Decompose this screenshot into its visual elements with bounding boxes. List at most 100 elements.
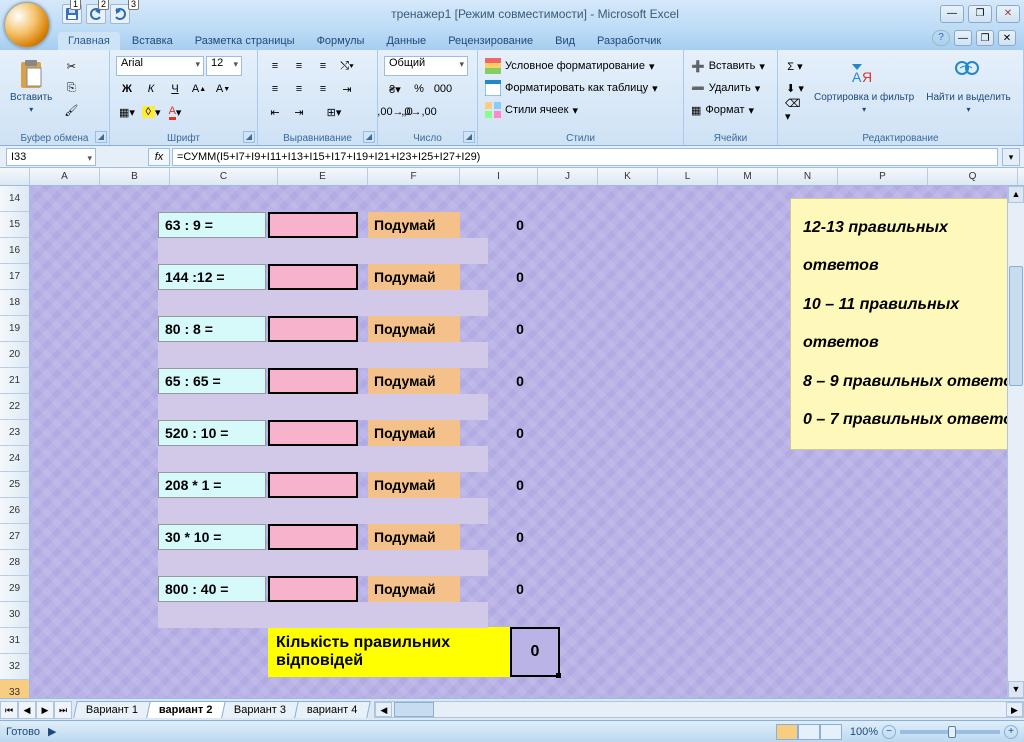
row-header-30[interactable]: 30 xyxy=(0,602,30,628)
sort-filter-button[interactable]: ЯА Сортировка и фильтр▾ xyxy=(810,56,918,116)
insert-cells[interactable]: ➕Вставить ▾ xyxy=(690,56,771,76)
align-bottom[interactable]: ≡ xyxy=(312,56,334,76)
row-header-29[interactable]: 29 xyxy=(0,576,30,602)
hscroll-thumb[interactable] xyxy=(394,702,434,717)
hscroll-right[interactable]: ▶ xyxy=(1006,702,1023,717)
worksheet-grid[interactable]: 1415161718192021222324252627282930313233… xyxy=(0,186,1024,698)
ribbon-restore[interactable]: ❐ xyxy=(976,30,994,46)
ribbon-minimize[interactable]: — xyxy=(954,30,972,46)
format-cells[interactable]: ▦Формат ▾ xyxy=(690,100,771,120)
align-top[interactable]: ≡ xyxy=(264,56,286,76)
formula-expand[interactable]: ▾ xyxy=(1002,148,1020,166)
horizontal-scrollbar[interactable]: ◀ ▶ xyxy=(374,701,1024,718)
answer-input[interactable] xyxy=(268,212,358,238)
wrap-text[interactable]: ⇥ xyxy=(336,79,358,99)
merge-center[interactable]: ⊞▾ xyxy=(312,102,356,122)
vertical-scrollbar[interactable]: ▲ ▼ xyxy=(1007,186,1024,698)
scroll-up[interactable]: ▲ xyxy=(1008,186,1024,203)
grid-cells[interactable]: 12-13 правильных ответов 10 – 11 правиль… xyxy=(30,186,1024,698)
align-left[interactable]: ≡ xyxy=(264,79,286,99)
tab-home[interactable]: Главная xyxy=(58,32,120,50)
col-header-C[interactable]: C xyxy=(170,168,278,185)
bold-button[interactable]: Ж xyxy=(116,79,138,99)
qat-redo[interactable] xyxy=(110,4,130,24)
macro-record-icon[interactable]: ▶ xyxy=(48,725,56,738)
clear-button[interactable]: ⌫ ▾ xyxy=(784,100,806,120)
italic-button[interactable]: К xyxy=(140,79,162,99)
view-normal[interactable] xyxy=(776,724,798,740)
comma-format[interactable]: 000 xyxy=(432,79,454,99)
format-as-table[interactable]: Форматировать как таблицу ▾ xyxy=(484,78,677,98)
col-header-J[interactable]: J xyxy=(538,168,598,185)
view-page-break[interactable] xyxy=(820,724,842,740)
conditional-formatting[interactable]: Условное форматирование ▾ xyxy=(484,56,677,76)
row-header-24[interactable]: 24 xyxy=(0,446,30,472)
fx-button[interactable]: fx xyxy=(148,148,170,166)
font-size-combo[interactable]: 12 xyxy=(206,56,242,76)
row-header-18[interactable]: 18 xyxy=(0,290,30,316)
row-header-19[interactable]: 19 xyxy=(0,316,30,342)
row-header-17[interactable]: 17 xyxy=(0,264,30,290)
answer-input[interactable] xyxy=(268,524,358,550)
ribbon-close[interactable]: ✕ xyxy=(998,30,1016,46)
sheet-tab[interactable]: вариант 4 xyxy=(294,701,370,718)
scroll-thumb[interactable] xyxy=(1009,266,1023,386)
row-header-31[interactable]: 31 xyxy=(0,628,30,654)
clipboard-launcher[interactable]: ◢ xyxy=(95,131,107,143)
accounting-format[interactable]: ₴▾ xyxy=(384,79,406,99)
row-header-21[interactable]: 21 xyxy=(0,368,30,394)
tab-formulas[interactable]: Формулы xyxy=(307,32,375,50)
row-header-25[interactable]: 25 xyxy=(0,472,30,498)
scroll-down[interactable]: ▼ xyxy=(1008,681,1024,698)
col-header-B[interactable]: B xyxy=(100,168,170,185)
cell-styles[interactable]: Стили ячеек ▾ xyxy=(484,100,677,120)
answer-input[interactable] xyxy=(268,472,358,498)
help-button[interactable]: ? xyxy=(932,30,950,46)
answer-input[interactable] xyxy=(268,264,358,290)
row-header-15[interactable]: 15 xyxy=(0,212,30,238)
select-all-corner[interactable] xyxy=(0,168,30,185)
sheet-nav-prev[interactable]: ◀ xyxy=(18,701,36,719)
formula-input[interactable]: =СУММ(I5+I7+I9+I11+I13+I15+I17+I19+I21+I… xyxy=(172,148,998,166)
answer-input[interactable] xyxy=(268,368,358,394)
number-launcher[interactable]: ◢ xyxy=(463,131,475,143)
font-name-combo[interactable]: Arial xyxy=(116,56,204,76)
col-header-Q[interactable]: Q xyxy=(928,168,1018,185)
sheet-nav-first[interactable]: ⏮ xyxy=(0,701,18,719)
zoom-out[interactable]: − xyxy=(882,725,896,739)
col-header-I[interactable]: I xyxy=(460,168,538,185)
col-header-M[interactable]: M xyxy=(718,168,778,185)
fill-button[interactable]: ⬇ ▾ xyxy=(784,78,806,98)
autosum-button[interactable]: Σ ▾ xyxy=(784,56,806,76)
grow-font-button[interactable]: A▲ xyxy=(188,79,210,99)
copy-button[interactable]: ⎘ xyxy=(60,78,82,98)
row-header-33[interactable]: 33 xyxy=(0,680,30,698)
align-center[interactable]: ≡ xyxy=(288,79,310,99)
tab-review[interactable]: Рецензирование xyxy=(438,32,543,50)
col-header-N[interactable]: N xyxy=(778,168,838,185)
row-header-32[interactable]: 32 xyxy=(0,654,30,680)
percent-format[interactable]: % xyxy=(408,79,430,99)
col-header-L[interactable]: L xyxy=(658,168,718,185)
sheet-tab[interactable]: вариант 2 xyxy=(146,701,225,718)
align-middle[interactable]: ≡ xyxy=(288,56,310,76)
borders-button[interactable]: ▦▾ xyxy=(116,102,138,122)
close-button[interactable]: ✕ xyxy=(996,5,1020,23)
sheet-tab[interactable]: Вариант 3 xyxy=(221,701,299,718)
fill-color-button[interactable]: ◊▾ xyxy=(140,102,162,122)
col-header-A[interactable]: A xyxy=(30,168,100,185)
answer-input[interactable] xyxy=(268,420,358,446)
cut-button[interactable]: ✂ xyxy=(60,56,82,76)
alignment-launcher[interactable]: ◢ xyxy=(363,131,375,143)
delete-cells[interactable]: ➖Удалить ▾ xyxy=(690,78,771,98)
tab-page-layout[interactable]: Разметка страницы xyxy=(185,32,305,50)
answer-input[interactable] xyxy=(268,576,358,602)
decrease-decimal[interactable]: ,0→,00 xyxy=(408,102,430,122)
tab-data[interactable]: Данные xyxy=(376,32,436,50)
zoom-in[interactable]: + xyxy=(1004,725,1018,739)
sheet-nav-next[interactable]: ▶ xyxy=(36,701,54,719)
row-header-26[interactable]: 26 xyxy=(0,498,30,524)
tab-developer[interactable]: Разработчик xyxy=(587,32,671,50)
col-header-K[interactable]: K xyxy=(598,168,658,185)
sheet-nav-last[interactable]: ⏭ xyxy=(54,701,72,719)
